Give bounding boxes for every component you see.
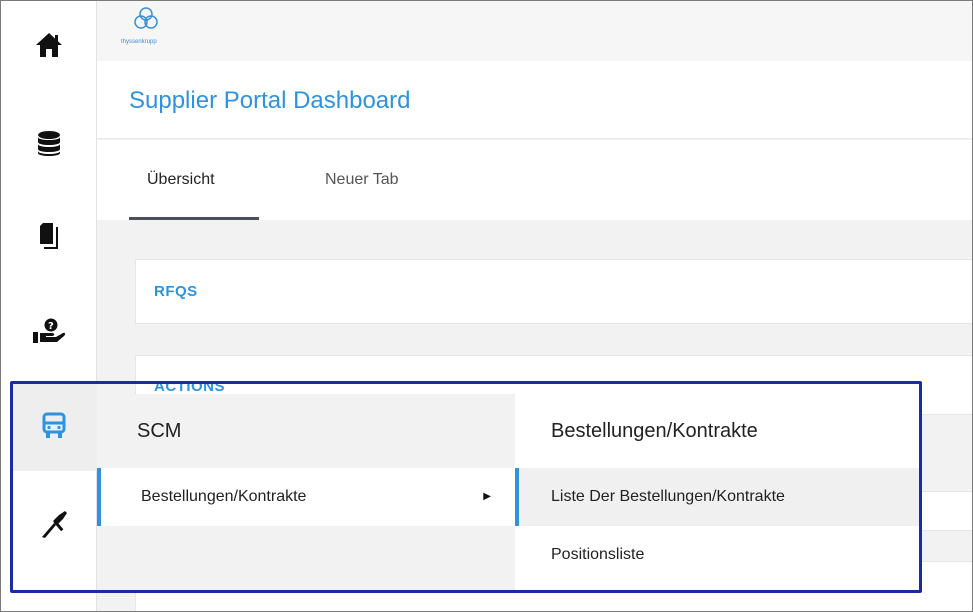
help-hand-icon: ? [33,318,66,343]
database-icon [38,131,60,156]
tab-bar: Übersicht Neuer Tab [97,140,972,220]
rfqs-card[interactable]: RFQS [135,259,972,324]
scm-menu: SCM Bestellungen/Kontrakte ▶ [97,394,515,592]
home-icon [36,33,62,57]
submenu-title: Bestellungen/Kontrakte [551,420,758,442]
sidebar-item-database[interactable] [1,99,97,189]
logo-bar: thyssenkrupp [97,1,972,61]
menu-item-bestellungen[interactable]: Bestellungen/Kontrakte ▶ [97,468,515,526]
logo-icon [134,7,158,29]
actions-card-label: ACTIONS [154,378,225,395]
tab-new[interactable]: Neuer Tab [325,140,399,220]
sidebar-item-home[interactable] [1,1,97,89]
menu-item-label: Bestellungen/Kontrakte [141,488,307,505]
svg-text:?: ? [48,321,54,332]
logo-text: thyssenkrupp [121,39,157,45]
company-logo: thyssenkrupp [121,7,177,47]
sidebar-item-scm[interactable] [11,381,97,471]
tools-icon [42,511,67,538]
sidebar-item-documents[interactable] [1,191,97,281]
submenu: Bestellungen/Kontrakte Liste Der Bestell… [515,394,921,592]
sidebar: ? [1,1,97,611]
sidebar-item-support[interactable]: ? [1,286,97,376]
rfqs-card-label: RFQS [154,283,198,300]
page-title: Supplier Portal Dashboard [129,87,411,114]
submenu-item-liste[interactable]: Liste Der Bestellungen/Kontrakte [515,468,921,526]
submenu-item-positionsliste[interactable]: Positionsliste [515,526,921,584]
tab-overview[interactable]: Übersicht [129,140,259,220]
title-bar: Supplier Portal Dashboard [97,61,972,139]
scm-menu-title: SCM [137,420,182,442]
app-window: ? thyssenkrupp Supplier Portal Dashboard… [0,0,973,612]
chevron-right-icon: ▶ [483,491,491,502]
truck-icon [42,412,66,438]
documents-icon [40,223,58,249]
sidebar-item-tools[interactable] [11,479,97,569]
